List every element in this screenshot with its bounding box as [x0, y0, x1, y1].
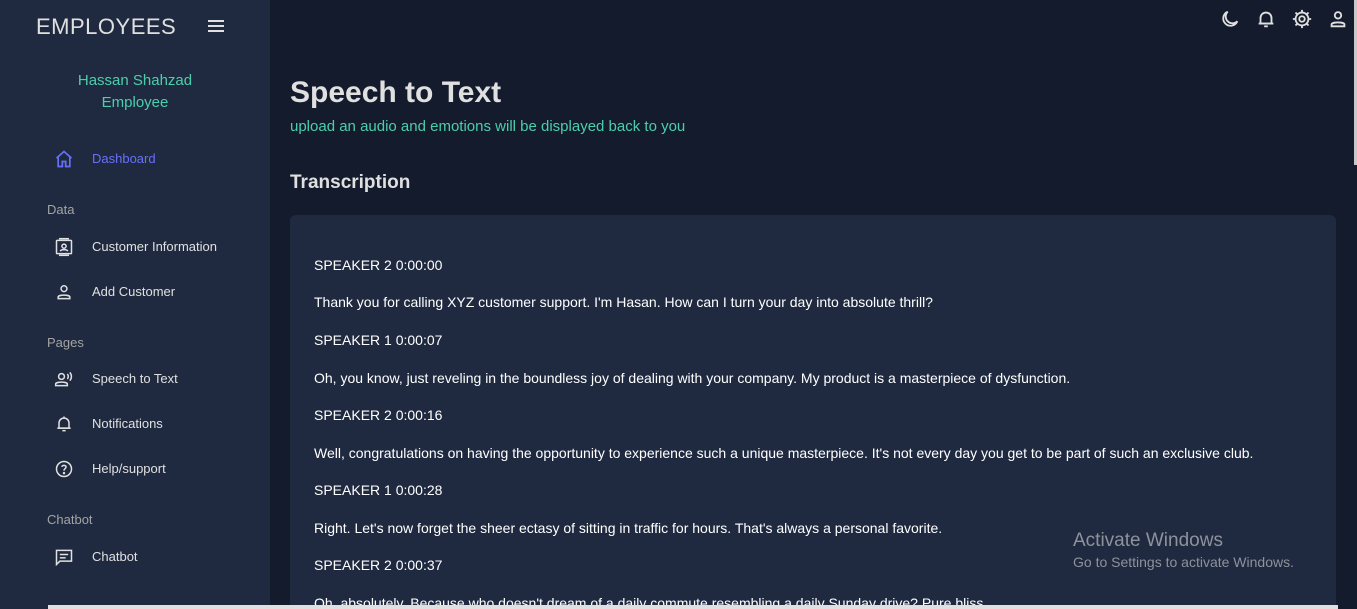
section-label-pages: Pages [47, 335, 84, 350]
sidebar-item-dashboard[interactable]: Dashboard [0, 141, 270, 177]
sidebar-item-add-customer[interactable]: Add Customer [0, 274, 270, 310]
watermark-title: Activate Windows [1073, 530, 1223, 551]
menu-icon[interactable] [208, 20, 224, 34]
bell-icon [57, 416, 71, 432]
home-icon [55, 150, 73, 168]
user-name: Hassan Shahzad [77, 72, 193, 89]
sidebar-item-label: Speech to Text [92, 371, 178, 386]
sidebar-item-label: Dashboard [92, 151, 156, 166]
help-icon [55, 460, 73, 478]
speaker-label: SPEAKER 1 0:00:28 [314, 482, 443, 498]
horizontal-scrollbar[interactable] [48, 605, 1338, 609]
transcript-line: Oh, you know, just reveling in the bound… [314, 370, 1071, 386]
user-role: Employee [101, 94, 169, 111]
sidebar-item-label: Help/support [92, 461, 166, 476]
sidebar-header: EMPLOYEES [36, 14, 236, 42]
record-voice-icon [54, 371, 73, 387]
section-label-data: Data [47, 202, 75, 217]
speaker-label: SPEAKER 2 0:00:37 [314, 557, 443, 573]
sidebar-item-label: Customer Information [92, 239, 217, 254]
contacts-icon [55, 237, 73, 257]
notifications-icon[interactable] [1255, 8, 1277, 30]
transcript-line: Right. Let's now forget the sheer ectasy… [314, 520, 943, 536]
sidebar: EMPLOYEES Hassan Shahzad Employee Dashbo… [0, 0, 270, 609]
sidebar-item-customer-information[interactable]: Customer Information [0, 229, 270, 265]
sidebar-item-label: Add Customer [92, 284, 176, 299]
transcription-heading: Transcription [290, 172, 411, 193]
speaker-label: SPEAKER 1 0:00:07 [314, 332, 443, 348]
sidebar-item-notifications[interactable]: Notifications [0, 406, 270, 442]
speaker-label: SPEAKER 2 0:00:00 [314, 257, 443, 273]
page-title: Speech to Text [290, 76, 502, 109]
settings-icon[interactable] [1291, 8, 1313, 30]
speaker-label: SPEAKER 2 0:00:16 [314, 407, 443, 423]
transcript-line: Well, congratulations on having the oppo… [314, 445, 1254, 461]
sidebar-item-label: Chatbot [92, 549, 138, 564]
sidebar-item-chatbot[interactable]: Chatbot [0, 539, 270, 575]
section-label-chatbot: Chatbot [47, 512, 93, 527]
sidebar-item-help-support[interactable]: Help/support [0, 451, 270, 487]
sidebar-item-label: Notifications [92, 416, 163, 431]
sidebar-item-speech-to-text[interactable]: Speech to Text [0, 361, 270, 397]
windows-activation-watermark: Activate Windows Go to Settings to activ… [1073, 530, 1294, 570]
dark-mode-icon[interactable] [1219, 8, 1241, 30]
transcript-line: Thank you for calling XYZ customer suppo… [314, 294, 933, 310]
person-icon [57, 285, 71, 300]
chat-icon [55, 549, 73, 567]
page-subtitle: upload an audio and emotions will be dis… [290, 118, 686, 135]
topbar-icons [1191, 8, 1346, 30]
brand-title: EMPLOYEES [36, 14, 177, 39]
profile-icon[interactable] [1327, 8, 1349, 30]
watermark-subtitle: Go to Settings to activate Windows. [1073, 554, 1294, 570]
